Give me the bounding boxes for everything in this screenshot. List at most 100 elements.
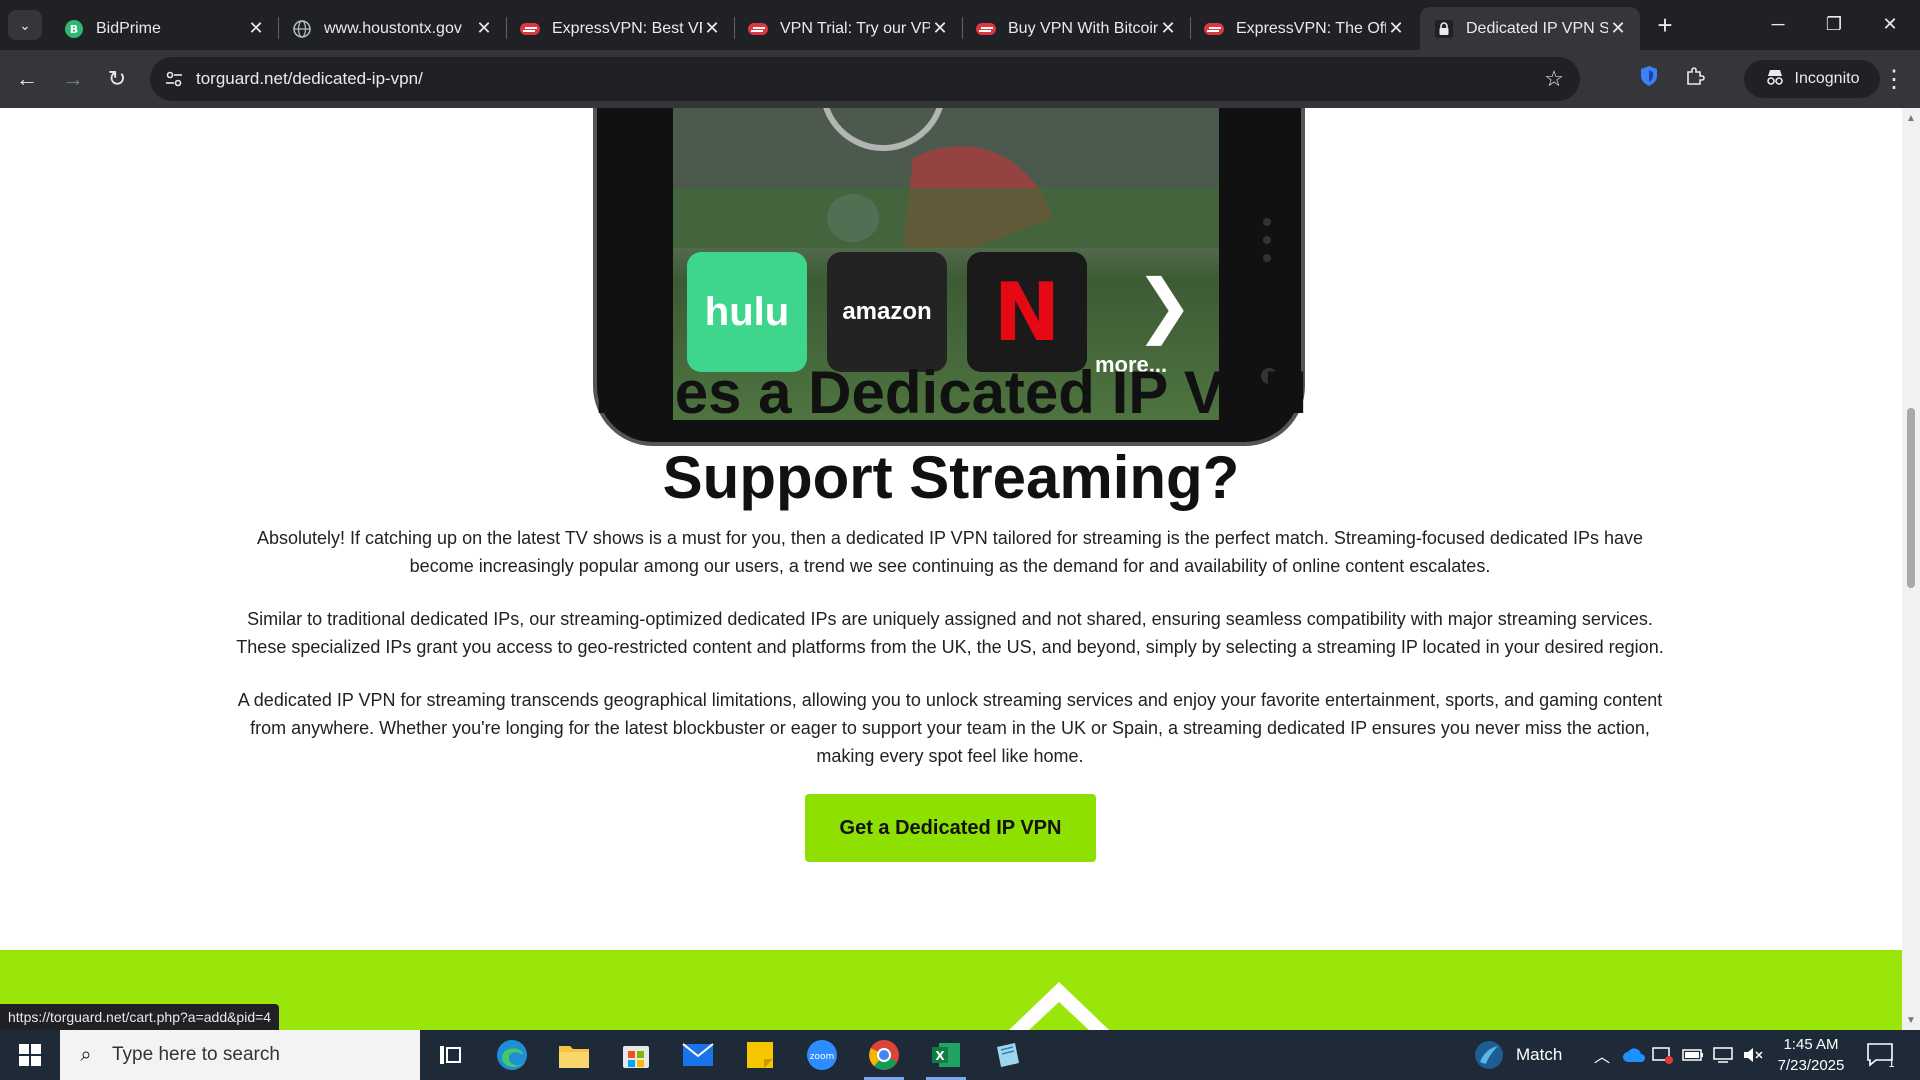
close-window-button[interactable]: ✕ [1862, 0, 1918, 48]
tray-security[interactable] [1652, 1030, 1674, 1080]
incognito-label: Incognito [1794, 70, 1860, 87]
close-icon[interactable]: ✕ [474, 18, 494, 39]
expressvpn-icon [1204, 19, 1224, 39]
chevron-right-icon: ❯ [1135, 266, 1194, 344]
expressvpn-icon [748, 19, 768, 39]
windows-taskbar: ⌕ Type here to search zoom X Match ︿ 1:4… [0, 1030, 1920, 1080]
close-icon[interactable]: ✕ [930, 18, 950, 39]
volume-muted-icon [1744, 1048, 1763, 1062]
tab-expressvpn-official[interactable]: ExpressVPN: The Offi ✕ [1190, 7, 1418, 50]
tray-battery[interactable] [1682, 1030, 1704, 1080]
browser-menu-button[interactable]: ⋮ [1880, 64, 1908, 94]
close-icon[interactable]: ✕ [1158, 18, 1178, 39]
minimize-icon: ─ [1771, 13, 1785, 34]
edge-icon [497, 1040, 527, 1070]
forward-button[interactable]: → [56, 62, 90, 96]
tray-onedrive[interactable] [1622, 1030, 1646, 1080]
tray-volume[interactable] [1742, 1030, 1764, 1080]
extensions-button[interactable] [1678, 62, 1712, 96]
status-bar-url: https://torguard.net/cart.php?a=add&pid=… [0, 1004, 280, 1030]
browser-toolbar: ← → ↻ torguard.net/dedicated-ip-vpn/ ☆ I… [0, 50, 1920, 108]
extension-shield-button[interactable] [1632, 62, 1666, 96]
taskbar-edge[interactable] [486, 1035, 538, 1075]
url-text[interactable]: torguard.net/dedicated-ip-vpn/ [196, 69, 423, 89]
network-icon [1713, 1047, 1733, 1063]
svg-text:B: B [70, 23, 78, 36]
get-dedicated-ip-button[interactable]: Get a Dedicated IP VPN [805, 794, 1096, 862]
address-bar[interactable]: torguard.net/dedicated-ip-vpn/ ☆ [150, 57, 1580, 101]
taskbar-chrome[interactable] [858, 1035, 910, 1080]
weather-widget[interactable]: Match [1474, 1030, 1562, 1080]
expressvpn-icon [976, 19, 996, 39]
torguard-logo [1009, 982, 1109, 1030]
notepad-icon [997, 1043, 1019, 1067]
tab-buy-vpn-bitcoin[interactable]: Buy VPN With Bitcoin ✕ [962, 7, 1190, 50]
page-scrollbar[interactable]: ▲ ▼ [1902, 108, 1920, 1030]
tab-vpn-trial[interactable]: VPN Trial: Try our VPN ✕ [734, 7, 962, 50]
bookmark-star-icon[interactable]: ☆ [1542, 67, 1566, 91]
phone-side-dots [1261, 218, 1273, 262]
close-icon[interactable]: ✕ [246, 18, 266, 39]
close-icon[interactable]: ✕ [1386, 18, 1406, 39]
notification-center-button[interactable]: 1 [1866, 1030, 1896, 1080]
excel-icon: X [932, 1043, 960, 1067]
taskbar-store[interactable] [610, 1035, 662, 1075]
close-icon[interactable]: ✕ [702, 18, 722, 39]
back-button[interactable]: ← [10, 62, 44, 96]
taskbar-sticky-notes[interactable] [734, 1035, 786, 1075]
tray-show-hidden[interactable]: ︿ [1594, 1030, 1610, 1080]
tab-strip: ⌄ B BidPrime ✕ www.houstontx.gov ✕ Expre… [0, 0, 1920, 50]
tab-dedicated-ip-vpn[interactable]: Dedicated IP VPN Se ✕ [1420, 7, 1640, 50]
restore-icon: ❐ [1825, 13, 1843, 34]
scroll-thumb[interactable] [1907, 408, 1915, 588]
tab-expressvpn-best[interactable]: ExpressVPN: Best VPN ✕ [506, 7, 734, 50]
scroll-down-icon[interactable]: ▼ [1906, 1016, 1916, 1026]
puzzle-icon [1685, 66, 1705, 92]
taskbar-clock[interactable]: 1:45 AM 7/23/2025 [1766, 1034, 1856, 1076]
restore-button[interactable]: ❐ [1806, 0, 1862, 48]
search-icon: ⌕ [80, 1043, 92, 1066]
task-view-button[interactable] [424, 1035, 476, 1075]
clock-date: 7/23/2025 [1777, 1057, 1845, 1074]
tab-houstontx[interactable]: www.houstontx.gov ✕ [278, 7, 506, 50]
svg-text:zoom: zoom [810, 1052, 835, 1062]
taskbar-excel[interactable]: X [920, 1035, 972, 1080]
arrow-left-icon: ← [16, 66, 38, 91]
taskbar-app[interactable] [982, 1035, 1034, 1075]
new-tab-button[interactable]: + [1650, 10, 1680, 40]
expressvpn-icon [520, 19, 540, 39]
reload-button[interactable]: ↻ [100, 62, 134, 96]
stadium-photo [673, 108, 1219, 248]
weather-label: Match [1516, 1045, 1563, 1064]
tab-title: VPN Trial: Try our VPN [780, 19, 930, 37]
paragraph-1: Absolutely! If catching up on the latest… [256, 528, 1644, 576]
shield-icon [1639, 65, 1659, 93]
onedrive-icon [1623, 1048, 1645, 1062]
taskbar-mail[interactable] [672, 1035, 724, 1075]
tab-search-button[interactable]: ⌄ [8, 10, 42, 40]
incognito-indicator[interactable]: Incognito [1744, 60, 1880, 98]
site-info-icon[interactable] [164, 69, 184, 89]
taskbar-file-explorer[interactable] [548, 1035, 600, 1075]
notification-count: 1 [1888, 1057, 1895, 1068]
scroll-up-icon[interactable]: ▲ [1906, 114, 1916, 124]
incognito-icon [1765, 68, 1785, 91]
battery-icon [1682, 1049, 1703, 1061]
close-icon[interactable]: ✕ [1608, 18, 1628, 39]
globe-icon [292, 19, 312, 39]
store-icon [623, 1046, 649, 1068]
taskbar-zoom[interactable]: zoom [796, 1035, 848, 1075]
weather-icon [1475, 1041, 1503, 1069]
svg-text:X: X [935, 1049, 945, 1063]
clock-time: 1:45 AM [1783, 1036, 1839, 1053]
page-viewport: hulu amazon N ❯ more... Does a Dedicated… [0, 108, 1902, 1030]
minimize-button[interactable]: ─ [1750, 0, 1806, 48]
chevron-up-icon: ︿ [1594, 1049, 1611, 1066]
tray-network[interactable] [1712, 1030, 1734, 1080]
more-vert-icon: ⋮ [1882, 65, 1906, 93]
taskbar-search-box[interactable]: ⌕ Type here to search [60, 1030, 420, 1080]
tab-bidprime[interactable]: B BidPrime ✕ [50, 7, 278, 50]
tab-title: ExpressVPN: The Offi [1236, 19, 1386, 37]
task-view-icon [440, 1046, 461, 1064]
start-button[interactable] [0, 1030, 60, 1080]
